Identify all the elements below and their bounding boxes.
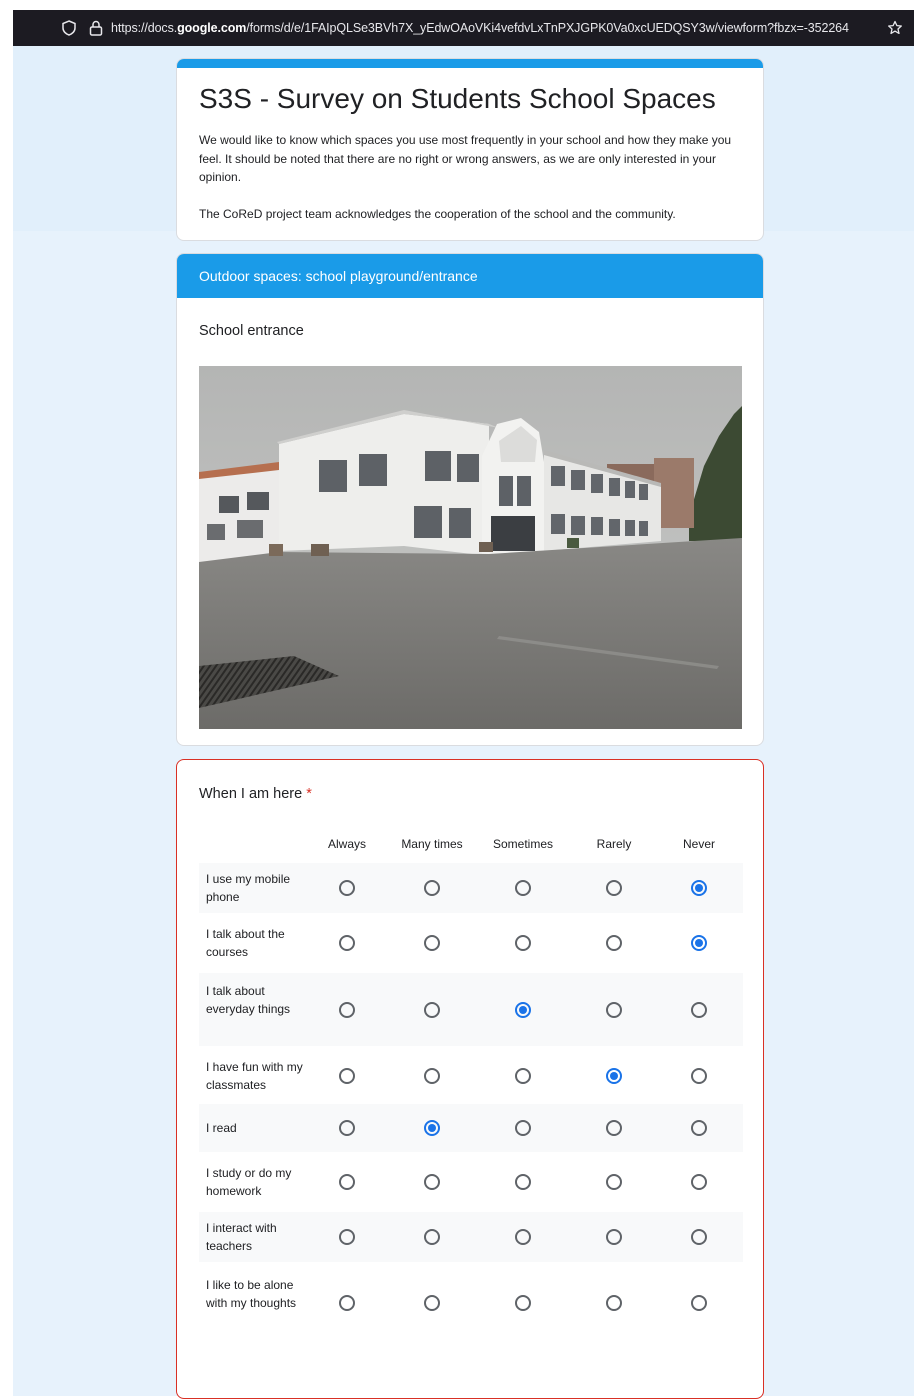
header-accent-bar xyxy=(177,59,763,68)
grid-row-label: I like to be alone with my thoughts xyxy=(206,1278,297,1311)
question-card: When I am here * Always Many times Somet… xyxy=(176,759,764,1399)
radio-always[interactable] xyxy=(339,1120,355,1136)
radio-many-times[interactable] xyxy=(424,1002,440,1018)
grid-row: I use my mobile phone xyxy=(199,863,743,913)
shield-icon xyxy=(62,20,76,36)
grid-row: I read xyxy=(199,1104,743,1152)
radio-rarely[interactable] xyxy=(606,1174,622,1190)
grid-row: I like to be alone with my thoughts xyxy=(199,1267,743,1339)
grid-row: I talk about everyday things xyxy=(199,973,743,1046)
column-header: Always xyxy=(327,837,366,851)
bookmark-star-icon[interactable] xyxy=(887,20,903,36)
radio-sometimes[interactable] xyxy=(515,1002,531,1018)
radio-many-times[interactable] xyxy=(424,1295,440,1311)
radio-never[interactable] xyxy=(691,1120,707,1136)
image-item-title: School entrance xyxy=(199,323,304,339)
radio-always[interactable] xyxy=(339,880,355,896)
column-header: Never xyxy=(682,837,715,851)
radio-many-times[interactable] xyxy=(424,1229,440,1245)
radio-rarely[interactable] xyxy=(606,1002,622,1018)
radio-many-times[interactable] xyxy=(424,1174,440,1190)
radio-sometimes[interactable] xyxy=(515,1120,531,1136)
radio-always[interactable] xyxy=(339,1229,355,1245)
radio-many-times[interactable] xyxy=(424,880,440,896)
grid-row: I talk about the courses xyxy=(199,918,743,968)
radio-rarely[interactable] xyxy=(606,1229,622,1245)
browser-url-bar[interactable]: https://docs.google.com/forms/d/e/1FAIpQ… xyxy=(13,10,914,46)
radio-rarely[interactable] xyxy=(606,1120,622,1136)
column-header: Sometimes xyxy=(492,837,554,851)
grid-row-label: I interact with teachers xyxy=(206,1221,277,1254)
radio-never[interactable] xyxy=(691,1229,707,1245)
radio-many-times[interactable] xyxy=(424,1120,440,1136)
radio-never[interactable] xyxy=(691,935,707,951)
description-paragraph: We would like to know which spaces you u… xyxy=(199,133,732,184)
column-header: Rarely xyxy=(596,837,632,851)
radio-many-times[interactable] xyxy=(424,1068,440,1084)
radio-rarely[interactable] xyxy=(606,1295,622,1311)
grid-row: I study or do my homework xyxy=(199,1157,743,1207)
grid-row-label: I use my mobile phone xyxy=(206,872,291,905)
form-description: We would like to know which spaces you u… xyxy=(199,131,739,224)
section-card: Outdoor spaces: school playground/entran… xyxy=(176,253,764,746)
section-header: Outdoor spaces: school playground/entran… xyxy=(177,254,763,298)
radio-always[interactable] xyxy=(339,1068,355,1084)
radio-rarely[interactable] xyxy=(606,1068,622,1084)
radio-rarely[interactable] xyxy=(606,880,622,896)
radio-sometimes[interactable] xyxy=(515,1229,531,1245)
grid-row-label: I talk about everyday things xyxy=(206,984,291,1017)
grid-row-label: I have fun with my classmates xyxy=(206,1060,303,1093)
radio-always[interactable] xyxy=(339,1002,355,1018)
grid-row-label: I read xyxy=(206,1121,237,1135)
radio-never[interactable] xyxy=(691,880,707,896)
radio-always[interactable] xyxy=(339,1295,355,1311)
lock-icon xyxy=(89,20,103,36)
radio-sometimes[interactable] xyxy=(515,1295,531,1311)
required-asterisk: * xyxy=(306,786,312,802)
radio-sometimes[interactable] xyxy=(515,1068,531,1084)
url-text[interactable]: https://docs.google.com/forms/d/e/1FAIpQ… xyxy=(111,21,883,35)
school-entrance-photo xyxy=(199,366,742,729)
radio-never[interactable] xyxy=(691,1174,707,1190)
radio-many-times[interactable] xyxy=(424,935,440,951)
column-header: Many times xyxy=(401,837,463,851)
radio-never[interactable] xyxy=(691,1295,707,1311)
grid-row: I interact with teachers xyxy=(199,1212,743,1262)
radio-always[interactable] xyxy=(339,1174,355,1190)
radio-sometimes[interactable] xyxy=(515,880,531,896)
radio-never[interactable] xyxy=(691,1068,707,1084)
form-title: S3S - Survey on Students School Spaces xyxy=(199,83,716,114)
grid-row-label: I study or do my homework xyxy=(206,1166,292,1199)
section-title: Outdoor spaces: school playground/entran… xyxy=(199,268,478,284)
radio-sometimes[interactable] xyxy=(515,1174,531,1190)
radio-sometimes[interactable] xyxy=(515,935,531,951)
question-title: When I am here * xyxy=(199,786,312,802)
radio-always[interactable] xyxy=(339,935,355,951)
grid-row-label: I talk about the courses xyxy=(206,927,285,960)
radio-rarely[interactable] xyxy=(606,935,622,951)
radio-never[interactable] xyxy=(691,1002,707,1018)
grid-row: I have fun with my classmates xyxy=(199,1051,743,1101)
form-header-card: S3S - Survey on Students School Spaces W… xyxy=(176,58,764,241)
description-paragraph: The CoReD project team acknowledges the … xyxy=(199,207,676,221)
